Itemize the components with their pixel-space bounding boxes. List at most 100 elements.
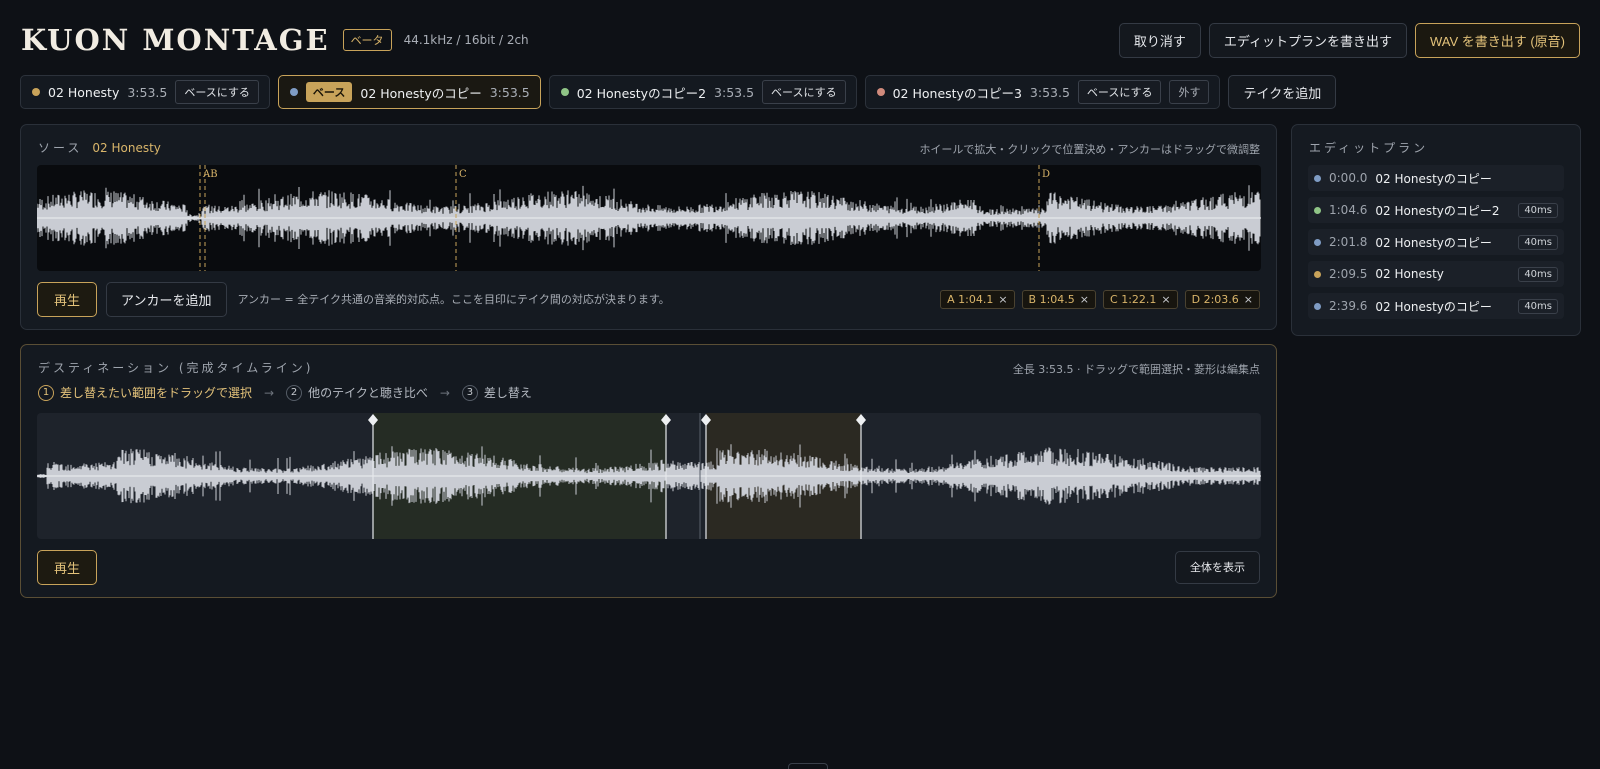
marker-label-ab: AB	[202, 169, 218, 180]
remove-anchor-icon[interactable]: ×	[1080, 293, 1089, 306]
remove-anchor-icon[interactable]: ×	[1244, 293, 1253, 306]
anchor-tag-b[interactable]: B 1:04.5 ×	[1021, 289, 1097, 309]
take-chip-2[interactable]: ベース 02 Honestyのコピー 3:53.5	[277, 75, 541, 109]
remove-anchor-icon[interactable]: ×	[998, 293, 1007, 306]
take-color-dot	[1314, 174, 1321, 182]
plan-time: 0:00.0	[1329, 171, 1368, 185]
take-chip-3[interactable]: 02 Honestyのコピー2 3:53.5 ベースにする	[548, 75, 857, 109]
marker-label-d: D	[1042, 169, 1050, 180]
plan-row[interactable]: 2:09.5 02 Honesty 40ms	[1308, 261, 1564, 287]
plan-row[interactable]: 1:04.6 02 Honestyのコピー2 40ms	[1308, 197, 1564, 223]
step-number: 1	[38, 384, 54, 401]
plan-take-name: 02 Honestyのコピー2	[1375, 203, 1500, 218]
source-hint: ホイールで拡大・クリックで位置決め・アンカーはドラッグで微調整	[919, 143, 1260, 156]
export-wav-button[interactable]: WAV を書き出す (原音)	[1414, 22, 1580, 58]
make-base-button[interactable]: ベースにする	[175, 80, 259, 104]
step-label: 他のテイクと聴き比べ	[308, 386, 428, 400]
step-3: 3 差し替え	[461, 384, 532, 401]
take-color-dot	[560, 88, 569, 96]
edit-plan-title: エディットプラン	[1309, 141, 1429, 155]
crossfade-badge[interactable]: 40ms	[1518, 298, 1558, 314]
destination-title: デスティネーション (完成タイムライン)	[38, 361, 314, 375]
step-label: 差し替えたい範囲をドラッグで選択	[60, 386, 253, 400]
step-label: 差し替え	[483, 386, 532, 400]
add-anchor-button[interactable]: アンカーを追加	[106, 281, 227, 317]
step-guide: 1 差し替えたい範囲をドラッグで選択 → 2 他のテイクと聴き比べ → 3 差し…	[38, 384, 532, 401]
audio-spec: 44.1kHz / 16bit / 2ch	[403, 33, 529, 47]
anchor-tag-a[interactable]: A 1:04.1 ×	[940, 289, 1015, 309]
anchor-label: C 1:22.1	[1110, 292, 1157, 306]
app-logo: KUON MONTAGE	[21, 23, 330, 57]
source-waveform-svg[interactable]: AB C D	[37, 165, 1261, 271]
take-chip-4[interactable]: 02 Honestyのコピー3 3:53.5 ベースにする 外す	[864, 75, 1221, 109]
fit-all-button[interactable]: 全体を表示	[1175, 550, 1260, 584]
destination-timeline[interactable]	[37, 413, 1261, 539]
take-color-dot	[1314, 238, 1321, 246]
anchor-list: A 1:04.1 × B 1:04.5 × C 1:22.1 × D 2:03.6 ×	[940, 289, 1260, 309]
plan-take-name: 02 Honestyのコピー	[1375, 235, 1492, 250]
destination-hint: 全長 3:53.5 · ドラッグで範囲選択・菱形は編集点	[1012, 363, 1260, 376]
step-number: 2	[286, 384, 303, 401]
source-take-name: 02 Honesty	[92, 141, 161, 155]
plan-row[interactable]: 2:01.8 02 Honestyのコピー 40ms	[1308, 229, 1564, 255]
marker-label-c: C	[459, 169, 467, 180]
destination-waveform-svg[interactable]	[37, 413, 1261, 539]
take-color-dot	[1314, 206, 1321, 214]
take-color-dot	[32, 88, 40, 96]
anchor-note: アンカー = 全テイク共通の音楽的対応点。ここを目印にテイク間の対応が決まります…	[237, 293, 670, 306]
scroll-indicator[interactable]	[788, 763, 828, 769]
source-waveform[interactable]: AB C D	[37, 165, 1261, 271]
take-duration: 3:53.5	[489, 84, 530, 100]
plan-take-name: 02 Honestyのコピー	[1375, 299, 1492, 314]
remove-take-button[interactable]: 外す	[1169, 80, 1210, 104]
plan-take-name: 02 Honesty	[1375, 267, 1444, 281]
app-header: KUON MONTAGE ベータ 44.1kHz / 16bit / 2ch 取…	[21, 20, 1580, 60]
add-take-button[interactable]: テイクを追加	[1228, 75, 1337, 109]
source-title: ソース 02 Honesty	[38, 139, 161, 156]
take-duration: 3:53.5	[127, 84, 168, 100]
source-controls: 再生 アンカーを追加 アンカー = 全テイク共通の音楽的対応点。ここを目印にテイ…	[37, 281, 1260, 317]
step-1: 1 差し替えたい範囲をドラッグで選択	[38, 384, 252, 401]
take-name: 02 Honestyのコピー3	[892, 85, 1022, 101]
take-name: 02 Honesty	[48, 84, 120, 100]
take-color-dot	[1314, 302, 1321, 310]
source-label: ソース	[38, 141, 83, 155]
crossfade-badge[interactable]: 40ms	[1518, 202, 1558, 218]
edit-plan-panel: エディットプラン 0:00.0 02 Honestyのコピー 1:04.6 02…	[1291, 124, 1581, 336]
take-chip-1[interactable]: 02 Honesty 3:53.5 ベースにする	[20, 75, 270, 109]
anchor-tag-d[interactable]: D 2:03.6 ×	[1184, 289, 1260, 309]
arrow-icon: →	[264, 385, 275, 400]
source-play-button[interactable]: 再生	[37, 281, 98, 317]
plan-row[interactable]: 2:39.6 02 Honestyのコピー 40ms	[1308, 293, 1564, 319]
anchor-label: A 1:04.1	[947, 292, 994, 306]
crossfade-badge[interactable]: 40ms	[1518, 234, 1558, 250]
base-badge: ベース	[305, 82, 353, 102]
anchor-tag-c[interactable]: C 1:22.1 ×	[1103, 289, 1178, 309]
edit-plan-list: 0:00.0 02 Honestyのコピー 1:04.6 02 Honestyの…	[1308, 165, 1564, 325]
undo-button[interactable]: 取り消す	[1118, 22, 1201, 58]
plan-row[interactable]: 0:00.0 02 Honestyのコピー	[1308, 165, 1564, 191]
take-name: 02 Honestyのコピー	[360, 85, 482, 101]
take-name: 02 Honestyのコピー2	[576, 85, 707, 101]
plan-time: 2:01.8	[1329, 235, 1368, 249]
destination-panel: デスティネーション (完成タイムライン) 全長 3:53.5 · ドラッグで範囲…	[20, 344, 1277, 598]
header-actions: 取り消す エディットプランを書き出す WAV を書き出す (原音)	[1118, 22, 1580, 58]
remove-anchor-icon[interactable]: ×	[1161, 293, 1170, 306]
step-number: 3	[461, 384, 478, 401]
make-base-button[interactable]: ベースにする	[762, 80, 846, 104]
source-panel: ソース 02 Honesty ホイールで拡大・クリックで位置決め・アンカーはドラッ…	[20, 124, 1277, 330]
destination-controls: 再生 全体を表示	[37, 549, 1260, 585]
plan-time: 1:04.6	[1329, 203, 1368, 217]
destination-play-button[interactable]: 再生	[37, 549, 98, 585]
take-color-dot	[289, 88, 298, 96]
plan-take-name: 02 Honestyのコピー	[1375, 171, 1492, 186]
take-duration: 3:53.5	[714, 84, 755, 100]
take-color-dot	[876, 88, 885, 96]
take-duration: 3:53.5	[1029, 84, 1070, 100]
crossfade-badge[interactable]: 40ms	[1518, 266, 1558, 282]
anchor-label: B 1:04.5	[1028, 292, 1075, 306]
make-base-button[interactable]: ベースにする	[1077, 80, 1162, 104]
arrow-icon: →	[439, 385, 450, 400]
export-plan-button[interactable]: エディットプランを書き出す	[1208, 22, 1407, 58]
take-color-dot	[1314, 270, 1321, 278]
